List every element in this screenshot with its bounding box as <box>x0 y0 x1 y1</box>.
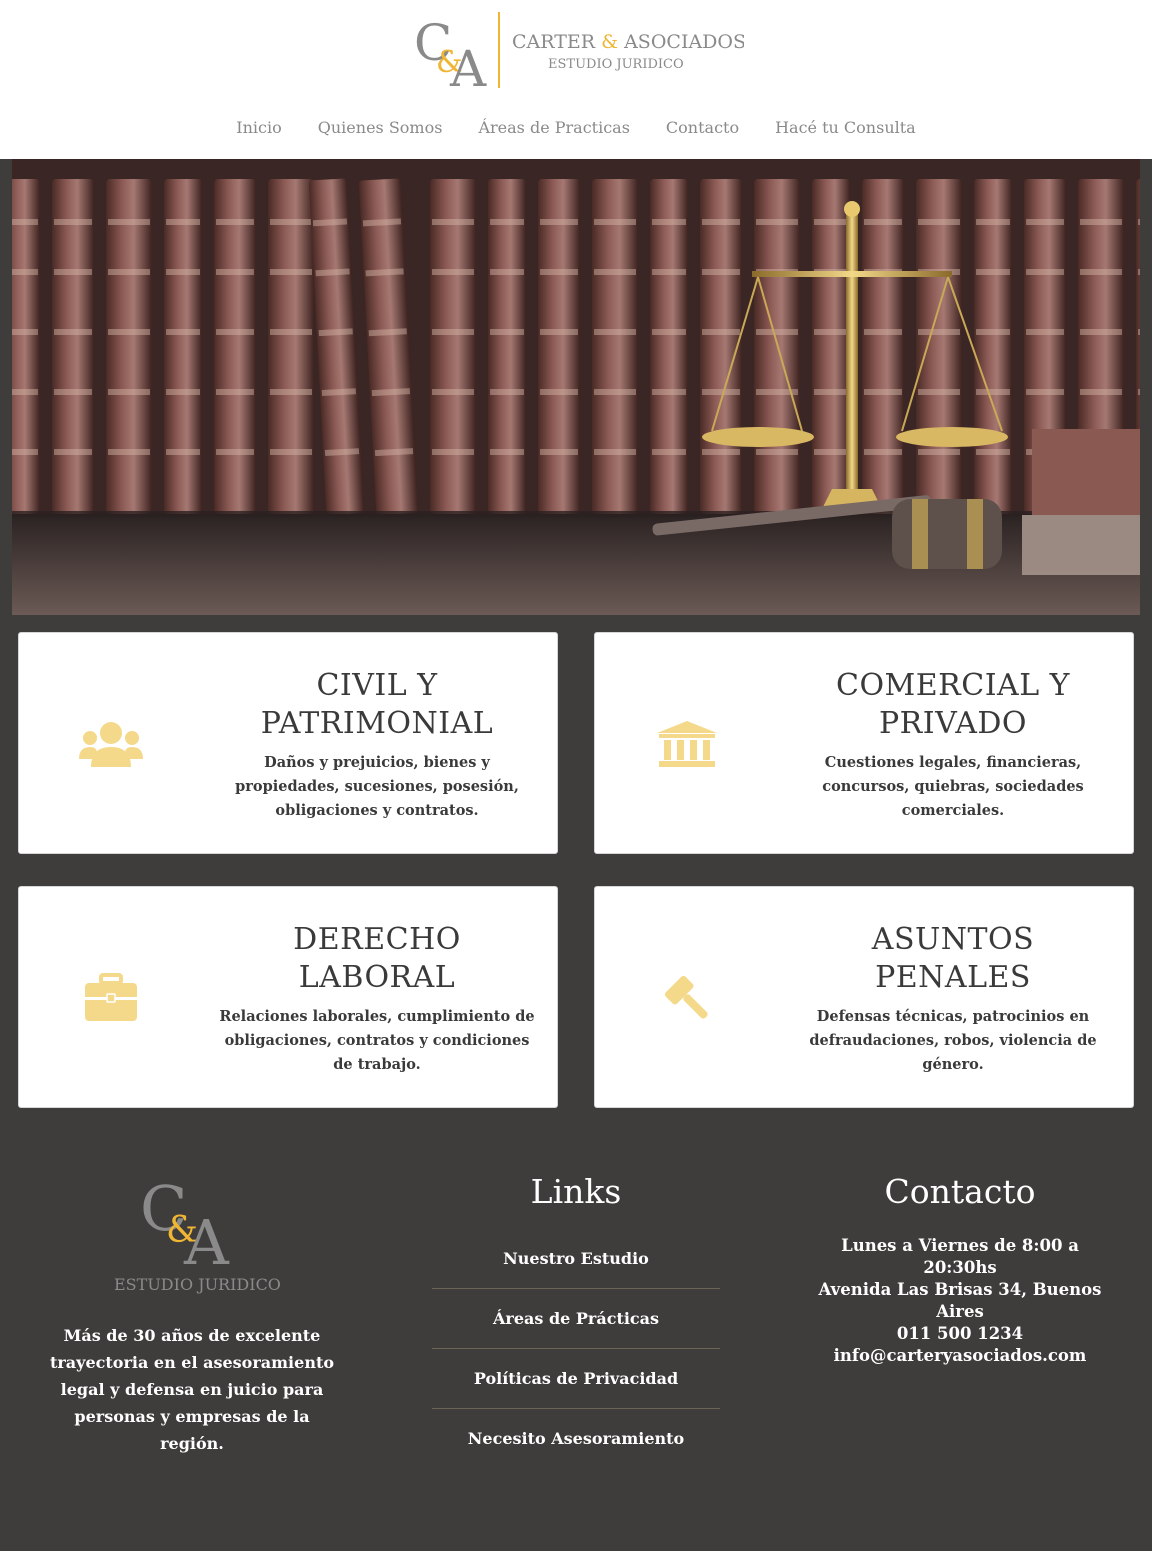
card-title-line2: LABORAL <box>298 960 456 995</box>
book-spine <box>164 179 202 514</box>
footer-logo[interactable]: C & A ESTUDIO JURIDICO <box>112 1170 282 1300</box>
contact-address: Avenida Las Brisas 34, Buenos Aires <box>818 1280 1102 1321</box>
book-spine <box>488 179 526 514</box>
nav-item-hace-tu-consulta[interactable]: Hacé tu Consulta <box>775 118 916 146</box>
nav-item-inicio[interactable]: Inicio <box>236 118 281 146</box>
book-spine <box>214 179 256 514</box>
card-description: Daños y prejuicios, bienes y propiedades… <box>235 754 519 819</box>
book-spine <box>52 179 94 514</box>
site-header: C & A CARTER & ASOCIADOS ESTUDIO JURIDIC… <box>0 0 1152 159</box>
card-title-line1: CIVIL Y <box>316 668 438 703</box>
footer-logo-monogram-a: A <box>183 1206 230 1279</box>
book-spine <box>106 179 152 514</box>
nav-item-quienes-somos[interactable]: Quienes Somos <box>318 118 443 146</box>
hero-image <box>12 159 1140 615</box>
briefcase-icon <box>85 973 137 1021</box>
logo-monogram-a: A <box>449 40 487 94</box>
book-spine <box>812 179 850 514</box>
footer-contact: Contacto Lunes a Viernes de 8:00 a 20:30… <box>810 1172 1110 1367</box>
practice-card-penales[interactable]: ASUNTOS PENALES Defensas técnicas, patroc… <box>594 886 1134 1108</box>
card-title-line2: PRIVADO <box>878 706 1028 741</box>
nav-item-areas-de-practicas[interactable]: Áreas de Practicas <box>478 118 629 146</box>
footer-links: Links Nuestro Estudio Áreas de Prácticas… <box>432 1172 720 1469</box>
card-title-line1: COMERCIAL Y <box>836 668 1070 703</box>
nav-item-contacto[interactable]: Contacto <box>666 118 739 146</box>
footer-description: Más de 30 años de excelente trayectoria … <box>49 1326 335 1453</box>
logo-subtitle: ESTUDIO JURIDICO <box>548 57 684 72</box>
footer-contact-title: Contacto <box>884 1172 1036 1211</box>
gavel-icon <box>664 975 708 1019</box>
footer-link-areas-de-practicas[interactable]: Áreas de Prácticas <box>432 1289 720 1349</box>
footer-link-nuestro-estudio[interactable]: Nuestro Estudio <box>432 1229 720 1289</box>
bank-icon <box>657 721 717 767</box>
practice-card-comercial[interactable]: COMERCIAL Y PRIVADO Cuestiones legales, f… <box>594 632 1134 854</box>
footer-link-politicas-de-privacidad[interactable]: Políticas de Privacidad <box>432 1349 720 1409</box>
card-title-line2: PATRIMONIAL <box>260 706 494 741</box>
book-spine <box>592 179 638 514</box>
footer-links-title: Links <box>530 1172 622 1211</box>
book-spine <box>430 179 476 514</box>
contact-email[interactable]: info@carteryasociados.com <box>810 1345 1110 1367</box>
card-description: Defensas técnicas, patrocinios en defrau… <box>809 1008 1097 1073</box>
contact-hours: Lunes a Viernes de 8:00 a 20:30hs <box>841 1236 1079 1277</box>
practice-card-laboral[interactable]: DERECHO LABORAL Relaciones laborales, cum… <box>18 886 558 1108</box>
book-spine <box>700 179 742 514</box>
book-spine <box>862 179 904 514</box>
practice-card-civil[interactable]: CIVIL Y PATRIMONIAL Daños y prejuicios, b… <box>18 632 558 854</box>
footer-link-necesito-asesoramiento[interactable]: Necesito Asesoramiento <box>432 1409 720 1469</box>
book-spine <box>268 179 314 514</box>
footer-logo-subtitle: ESTUDIO JURIDICO <box>114 1275 281 1294</box>
book-spine <box>916 179 962 514</box>
card-title-line1: DERECHO <box>293 922 461 957</box>
main-nav: Inicio Quienes Somos Áreas de Practicas … <box>0 118 1152 146</box>
contact-phone[interactable]: 011 500 1234 <box>810 1323 1110 1345</box>
brand-logo[interactable]: C & A CARTER & ASOCIADOS ESTUDIO JURIDIC… <box>414 10 744 94</box>
users-icon <box>79 722 143 767</box>
card-title-line1: ASUNTOS <box>871 922 1035 957</box>
card-description: Cuestiones legales, financieras, concurs… <box>822 754 1084 819</box>
logo-divider <box>498 12 500 88</box>
book-spine <box>650 179 688 514</box>
book-spine <box>974 179 1012 514</box>
card-description: Relaciones laborales, cumplimiento de ob… <box>219 1008 535 1073</box>
book-spine <box>12 179 40 514</box>
book-spine <box>538 179 580 514</box>
logo-name: CARTER & ASOCIADOS <box>512 31 744 53</box>
card-title-line2: PENALES <box>875 960 1031 995</box>
